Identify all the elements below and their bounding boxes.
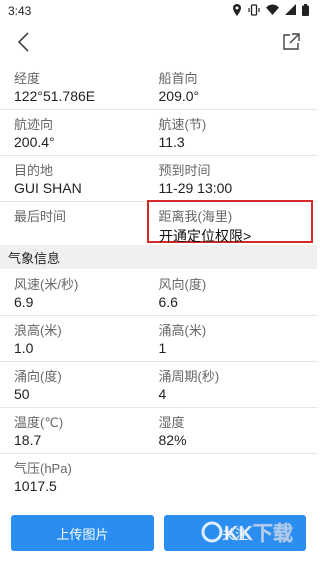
- wave-height-cell: 浪高(米) 1.0: [0, 316, 159, 362]
- temperature-cell: 温度(℃) 18.7: [0, 408, 159, 454]
- wave-height-value: 1.0: [14, 340, 34, 356]
- destination-label: 目的地: [14, 163, 54, 178]
- share-icon: [282, 32, 300, 56]
- wind-speed-label: 风速(米/秒): [14, 277, 79, 292]
- humidity-value: 82%: [158, 432, 187, 448]
- empty-cell: [159, 454, 318, 500]
- swell-period-label: 涌周期(秒): [158, 369, 220, 384]
- speed-cell: 航速(节) 11.3: [159, 110, 318, 156]
- pressure-value: 1017.5: [14, 478, 57, 494]
- swell-height-cell: 涌高(米) 1: [159, 316, 318, 362]
- wave-height-label: 浪高(米): [14, 323, 62, 338]
- vibrate-icon: [248, 3, 260, 19]
- wifi-icon: [266, 4, 279, 18]
- toolbar: [0, 24, 317, 64]
- destination-cell: 目的地 GUI SHAN: [0, 156, 159, 202]
- speed-value: 11.3: [158, 134, 185, 150]
- status-bar: 3:43: [0, 0, 317, 22]
- swell-height-value: 1: [158, 340, 167, 356]
- wind-speed-value: 6.9: [14, 294, 34, 310]
- location-icon: [232, 3, 242, 19]
- status-time: 3:43: [8, 4, 32, 18]
- bottom-action-bar: 上传图片 关注: [0, 510, 317, 563]
- swell-dir-value: 50: [14, 386, 30, 402]
- eta-value: 11-29 13:00: [158, 180, 233, 196]
- wind-dir-cell: 风向(度) 6.6: [159, 270, 318, 316]
- info-row: 航迹向 200.4° 航速(节) 11.3: [0, 110, 317, 156]
- course-cell: 航迹向 200.4°: [0, 110, 159, 156]
- follow-button[interactable]: 关注: [164, 515, 306, 551]
- signal-icon: [285, 4, 296, 18]
- heading-value: 209.0°: [158, 88, 200, 104]
- speed-label: 航速(节): [158, 117, 207, 132]
- battery-icon: [302, 3, 309, 19]
- weather-row: 浪高(米) 1.0 涌高(米) 1: [0, 316, 317, 362]
- swell-height-label: 涌高(米): [158, 323, 207, 338]
- wind-dir-value: 6.6: [158, 294, 178, 310]
- weather-section-title: 气象信息: [8, 250, 61, 266]
- upload-photo-button[interactable]: 上传图片: [11, 515, 154, 551]
- info-row: 经度 122°51.786E 船首向 209.0°: [0, 64, 317, 110]
- eta-cell: 预到时间 11-29 13:00: [159, 156, 318, 202]
- last-time-label: 最后时间: [14, 209, 67, 224]
- longitude-value: 122°51.786E: [14, 88, 96, 104]
- weather-row: 涌向(度) 50 涌周期(秒) 4: [0, 362, 317, 408]
- longitude-label: 经度: [14, 71, 41, 86]
- info-row: 目的地 GUI SHAN 预到时间 11-29 13:00: [0, 156, 317, 202]
- destination-value: GUI SHAN: [14, 180, 82, 196]
- wind-speed-cell: 风速(米/秒) 6.9: [0, 270, 159, 316]
- enable-location-link[interactable]: 开通定位权限>: [159, 226, 251, 246]
- swell-dir-label: 涌向(度): [14, 369, 62, 384]
- weather-grid: 风速(米/秒) 6.9 风向(度) 6.6 浪高(米) 1.0 涌高(米) 1 …: [0, 270, 317, 500]
- weather-section-header: 气象信息: [0, 245, 317, 269]
- eta-label: 预到时间: [158, 163, 211, 178]
- share-button[interactable]: [277, 30, 305, 58]
- swell-dir-cell: 涌向(度) 50: [0, 362, 159, 408]
- course-label: 航迹向: [14, 117, 54, 132]
- heading-label: 船首向: [158, 71, 198, 86]
- pressure-cell: 气压(hPa) 1017.5: [0, 454, 159, 500]
- weather-row: 气压(hPa) 1017.5: [0, 454, 317, 500]
- pressure-label: 气压(hPa): [14, 461, 72, 476]
- temperature-value: 18.7: [14, 432, 42, 448]
- temperature-label: 温度(℃): [14, 415, 64, 430]
- humidity-label: 湿度: [158, 415, 185, 430]
- heading-cell: 船首向 209.0°: [159, 64, 318, 110]
- last-time-cell: 最后时间: [0, 202, 159, 248]
- course-value: 200.4°: [14, 134, 55, 150]
- humidity-cell: 湿度 82%: [159, 408, 318, 454]
- chevron-left-icon: [17, 31, 31, 57]
- wind-dir-label: 风向(度): [158, 277, 207, 292]
- longitude-cell: 经度 122°51.786E: [0, 64, 159, 110]
- weather-row: 温度(℃) 18.7 湿度 82%: [0, 408, 317, 454]
- weather-row: 风速(米/秒) 6.9 风向(度) 6.6: [0, 270, 317, 316]
- status-icons: [232, 3, 309, 19]
- swell-period-value: 4: [158, 386, 167, 402]
- back-button[interactable]: [10, 30, 38, 58]
- swell-period-cell: 涌周期(秒) 4: [159, 362, 318, 408]
